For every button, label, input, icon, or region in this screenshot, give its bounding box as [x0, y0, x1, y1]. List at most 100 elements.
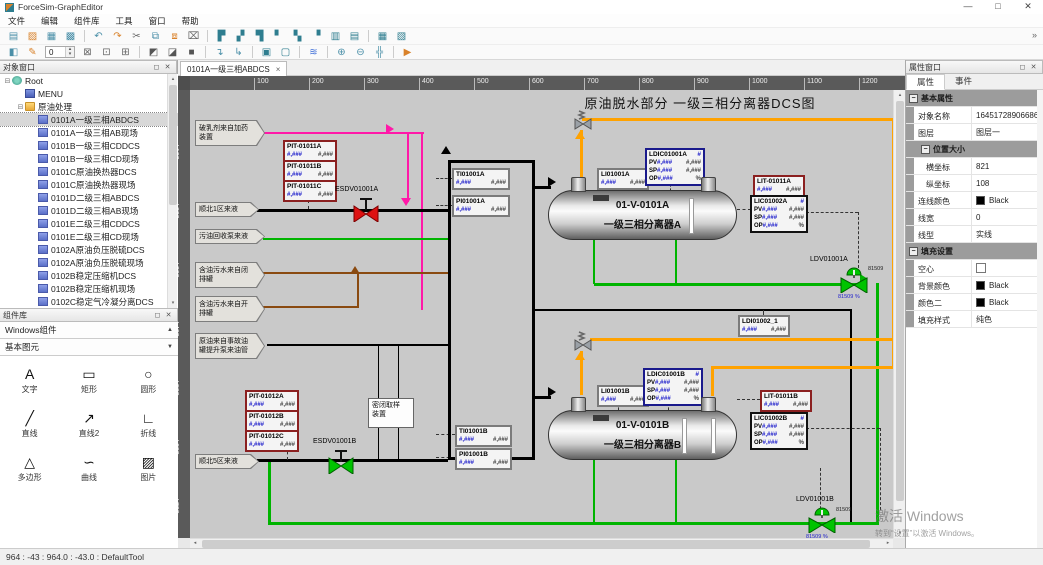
- tree-expander-icon[interactable]: ⊟: [16, 103, 25, 111]
- property-value[interactable]: [972, 260, 1038, 276]
- relief-valve-icon[interactable]: [571, 331, 595, 353]
- canvas-h-scrollbar-thumb[interactable]: [202, 540, 870, 548]
- instrument-TI01001A[interactable]: TI01001A#,####,###: [452, 168, 510, 190]
- tree-item-13[interactable]: 0102A原油负压脱硫DCS: [0, 243, 178, 256]
- tree-item-0[interactable]: ⊟Root: [0, 74, 178, 87]
- tree-item-9[interactable]: 0101D二级三相ABDCS: [0, 191, 178, 204]
- tree-item-14[interactable]: 0102A原油负压脱硫现场: [0, 256, 178, 269]
- align-middle-button[interactable]: ▚: [289, 29, 306, 43]
- minimize-button[interactable]: —: [953, 0, 983, 14]
- property-value[interactable]: Black: [972, 192, 1038, 208]
- valve-LDV01001B[interactable]: [807, 506, 837, 535]
- line-width-spinner[interactable]: 0▴ ▾: [45, 46, 75, 58]
- property-value[interactable]: 纯色: [972, 311, 1038, 327]
- fill-color-button[interactable]: ◧: [5, 45, 22, 59]
- instrument-LI01001B[interactable]: LI01001B#,####,###: [597, 385, 649, 407]
- distribute-horizontal-button[interactable]: ▦: [374, 29, 391, 43]
- instrument-LIT-01011A[interactable]: LIT-01011A#,####,###: [753, 175, 805, 197]
- toolbar-overflow-chevron[interactable]: »: [1032, 30, 1037, 40]
- maximize-button[interactable]: □: [983, 0, 1013, 14]
- align-bottom-button[interactable]: ▝: [308, 29, 325, 43]
- menu-item-3[interactable]: 工具: [108, 14, 141, 28]
- instrument-TI01001B[interactable]: TI01001B#,####,###: [455, 425, 512, 447]
- tab-close-icon[interactable]: ×: [276, 65, 281, 74]
- open-button[interactable]: ▨: [24, 29, 41, 43]
- property-row-11[interactable]: 背景颜色Black: [906, 277, 1038, 294]
- align-center-button[interactable]: ▞: [232, 29, 249, 43]
- group-button[interactable]: ▣: [258, 45, 275, 59]
- instrument-PIT-01012B[interactable]: PIT-01012B#,####,###: [245, 410, 299, 432]
- property-row-13[interactable]: 填充样式纯色: [906, 311, 1038, 328]
- export-button[interactable]: ↳: [230, 45, 247, 59]
- palette-item-line2[interactable]: ↗直线2: [59, 408, 118, 452]
- redo-button[interactable]: ↷: [109, 29, 126, 43]
- instrument-PIT-01012A[interactable]: PIT-01012A#,####,###: [245, 390, 299, 412]
- palette-item-curve[interactable]: ∽曲线: [59, 452, 118, 496]
- tree-item-12[interactable]: 0101E二级三相CD现场: [0, 230, 178, 243]
- valve-ESDV01001A[interactable]: [353, 198, 379, 224]
- close-panel-icon[interactable]: ✕: [162, 63, 173, 71]
- hollow-checkbox[interactable]: [976, 263, 986, 273]
- palette-item-polyline[interactable]: ∟折线: [119, 408, 178, 452]
- delete-button[interactable]: ⌧: [185, 29, 202, 43]
- separator-vessel-01-V-0101A[interactable]: 01-V-0101A一级三相分离器A: [548, 190, 737, 240]
- menu-item-1[interactable]: 编辑: [33, 14, 66, 28]
- align-right-button[interactable]: ▜: [251, 29, 268, 43]
- scroll-down-icon[interactable]: ▾: [168, 298, 178, 308]
- menu-item-0[interactable]: 文件: [0, 14, 33, 28]
- instrument-LIC01002A[interactable]: LIC01002A#PV#,####,###SP#,####,###OP#,##…: [750, 195, 808, 233]
- align-top-button[interactable]: ▘: [270, 29, 287, 43]
- group-expander-icon[interactable]: −: [909, 247, 918, 256]
- tab-events[interactable]: 事件: [945, 74, 982, 90]
- palette-item-rectangle[interactable]: ▭矩形: [59, 364, 118, 408]
- preview-button[interactable]: ▶: [399, 45, 416, 59]
- tab-properties[interactable]: 属性: [906, 74, 945, 90]
- property-value[interactable]: 0: [972, 209, 1038, 225]
- menu-item-4[interactable]: 窗口: [141, 14, 174, 28]
- close-button[interactable]: ✕: [1013, 0, 1043, 14]
- property-value[interactable]: 108: [972, 175, 1038, 191]
- save-all-button[interactable]: ▩: [62, 29, 79, 43]
- tree-item-5[interactable]: 0101B一级三相CDDCS: [0, 139, 178, 152]
- copy-button[interactable]: ⧉: [147, 29, 164, 43]
- flow-source-label[interactable]: 顺北5区来液: [195, 454, 259, 469]
- menu-item-2[interactable]: 组件库: [66, 14, 108, 28]
- instrument-PI01001B[interactable]: PI01001B#,####,###: [455, 448, 512, 470]
- canvas-v-scrollbar[interactable]: ▴ ▾: [893, 90, 905, 538]
- instrument-LDIC01001B[interactable]: LDIC01001B#PV#,####,###SP#,####,###OP#,#…: [643, 368, 703, 406]
- tree-item-15[interactable]: 0102B稳定压缩机DCS: [0, 269, 178, 282]
- tree-item-7[interactable]: 0101C原油换热器DCS: [0, 165, 178, 178]
- new-button[interactable]: ▤: [5, 29, 22, 43]
- tree-item-10[interactable]: 0101D二级三相AB现场: [0, 204, 178, 217]
- tree-scrollbar[interactable]: ▴ ▾: [167, 74, 177, 308]
- tree-expander-icon[interactable]: ⊟: [3, 77, 12, 85]
- tree-item-6[interactable]: 0101B一级三相CD现场: [0, 152, 178, 165]
- property-row-12[interactable]: 颜色二Black: [906, 294, 1038, 311]
- valve-LDV01001A[interactable]: [839, 266, 869, 295]
- float-panel-icon[interactable]: ◻: [152, 311, 163, 319]
- instrument-PIT-01012C[interactable]: PIT-01012C#,####,###: [245, 430, 299, 452]
- group-expander-icon[interactable]: −: [909, 94, 918, 103]
- undo-button[interactable]: ↶: [90, 29, 107, 43]
- distribute-vertical-button[interactable]: ▧: [393, 29, 410, 43]
- instrument-PIT-01011C[interactable]: PIT-01011C#,####,###: [283, 180, 337, 202]
- flow-source-label[interactable]: 含油污水来自闭 排罐: [195, 262, 265, 288]
- instrument-LIC01002B[interactable]: LIC01002B#PV#,####,###SP#,####,###OP#,##…: [750, 412, 808, 450]
- tree-item-3[interactable]: 0101A一级三相ABDCS: [0, 113, 178, 126]
- tree-item-8[interactable]: 0101C原油换热器现场: [0, 178, 178, 191]
- instrument-LDI01002_1[interactable]: LDI01002_1#,####,###: [738, 315, 790, 337]
- instrument-PIT-01011B[interactable]: PIT-01011B#,####,###: [283, 160, 337, 182]
- tree-scrollbar-thumb[interactable]: [169, 85, 177, 205]
- palette-item-text[interactable]: A文字: [0, 364, 59, 408]
- edit-shape-button[interactable]: ⊞: [117, 45, 134, 59]
- palette-item-polygon[interactable]: △多边形: [0, 452, 59, 496]
- separator-vessel-01-V-0101B[interactable]: 01-V-0101B一级三相分离器B: [548, 410, 737, 460]
- scroll-up-icon[interactable]: ▴: [168, 74, 178, 84]
- palette-item-image[interactable]: ▨图片: [119, 452, 178, 496]
- palette-item-line[interactable]: ╱直线: [0, 408, 59, 452]
- drawing-canvas[interactable]: 原油脱水部分 一级三相分离器DCS图 破乳剂来自加药 装置顺北1区来液污油回收泵…: [190, 90, 893, 538]
- flow-source-label[interactable]: 破乳剂来自加药 装置: [195, 120, 265, 146]
- property-value[interactable]: 1645172890668648: [972, 107, 1043, 123]
- property-row-4[interactable]: 横坐标821: [906, 158, 1038, 175]
- shape-union-button[interactable]: ◩: [145, 45, 162, 59]
